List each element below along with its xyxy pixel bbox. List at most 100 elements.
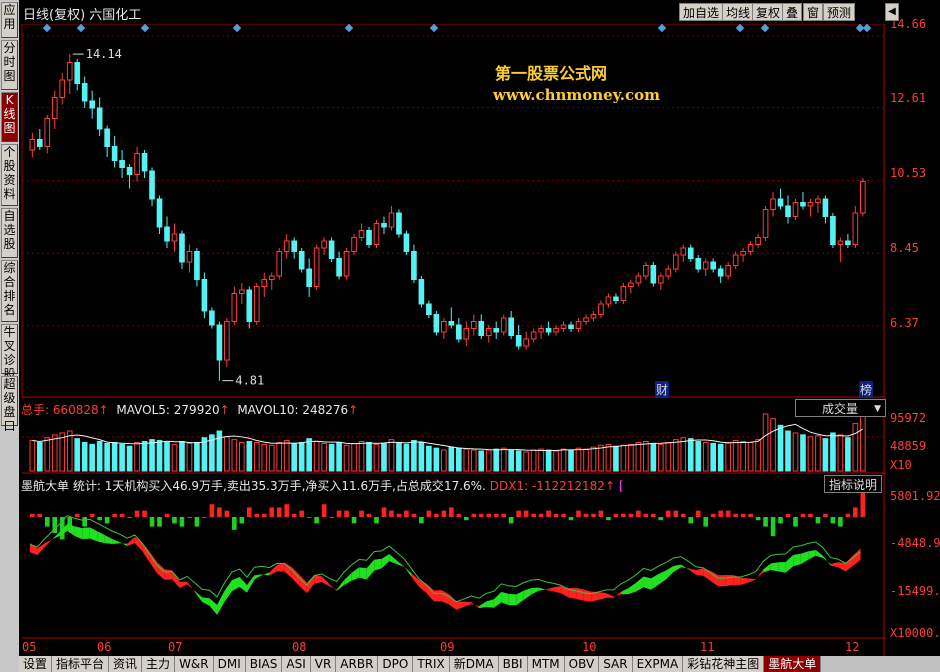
indicator-tab-6[interactable]: BIAS — [245, 656, 283, 672]
ddx-bar — [449, 507, 454, 517]
volume-bar — [620, 444, 627, 472]
price-axis-label: 12.61 — [890, 91, 927, 105]
indicator-tab-9[interactable]: ARBR — [336, 656, 379, 672]
volume-bar — [126, 445, 133, 472]
indicator-tab-18[interactable]: 彩钻花神主图 — [683, 656, 765, 672]
toolbar-button-4[interactable]: 窗 — [803, 3, 824, 21]
stock-chart[interactable]: 14.14 4.81 — [0, 0, 940, 672]
ddx-bar — [217, 507, 222, 517]
left-sidebar: 应用分时图 K线图个股资料自选股综合排名牛叉诊股超级盘口 — [0, 0, 19, 672]
ribbon-segment — [336, 579, 345, 591]
volume-bar — [545, 449, 552, 472]
sidebar-tab-4[interactable]: 自选股 — [1, 208, 18, 258]
sidebar-tab-0[interactable]: 应用 — [1, 2, 18, 38]
indicator-tab-14[interactable]: MTM — [527, 656, 565, 672]
volume-bar — [785, 430, 791, 472]
candle-body — [560, 324, 567, 329]
volume-bar — [515, 450, 522, 472]
candle-body — [785, 205, 791, 217]
ribbon-segment — [463, 601, 472, 607]
ddx-bar — [344, 510, 349, 517]
volume-bar — [530, 449, 537, 472]
ranking-list-marker[interactable]: 榜 — [859, 381, 874, 398]
volume-bar — [261, 443, 268, 472]
indicator-tab-15[interactable]: OBV — [564, 656, 600, 672]
indicator-tab-3[interactable]: 主力 — [142, 656, 176, 672]
financial-report-marker[interactable]: 财 — [655, 381, 670, 398]
candle-body — [590, 314, 597, 319]
candle-body — [665, 268, 672, 277]
sidebar-tab-1[interactable]: 分时图 — [1, 40, 18, 90]
indicator-tab-16[interactable]: SAR — [599, 656, 633, 672]
indicator-tab-2[interactable]: 资讯 — [109, 656, 143, 672]
indicator-tab-1[interactable]: 指标平台 — [52, 656, 110, 672]
volume-bar — [665, 441, 672, 472]
candle-body — [209, 310, 215, 326]
ddx-bar — [299, 510, 304, 517]
ddx-bar — [493, 513, 499, 517]
volume-bar — [36, 441, 43, 472]
candle-body — [508, 317, 514, 336]
indicator-tab-17[interactable]: EXPMA — [632, 656, 684, 672]
sidebar-tab-3[interactable]: 个股资料 — [1, 144, 18, 206]
sidebar-tab-7[interactable]: 超级盘口 — [1, 376, 18, 433]
volume-bar — [224, 436, 230, 472]
volume-bar — [201, 437, 208, 472]
candle-body — [111, 146, 118, 161]
sidebar-tab-2[interactable]: K线图 — [1, 92, 18, 142]
volume-bar — [725, 441, 731, 472]
toolbar-button-2[interactable]: 复权 — [752, 3, 785, 21]
ddx-bar — [404, 510, 409, 517]
indicator-tab-0[interactable]: 设置 — [19, 656, 53, 672]
volume-bar — [179, 441, 185, 472]
ddx-bar — [748, 513, 753, 517]
candle-body — [695, 258, 702, 270]
ribbon-segment — [845, 555, 854, 572]
volume-indicator-dropdown[interactable]: 成交量 ▼ — [795, 399, 886, 417]
volume-bar — [29, 440, 36, 472]
indicator-tab-12[interactable]: 新DMA — [449, 656, 499, 672]
volume-bar — [658, 443, 664, 472]
sidebar-tab-5[interactable]: 综合排名 — [1, 260, 18, 322]
volume-bar — [306, 438, 312, 472]
ddx-bar — [621, 513, 626, 517]
candle-body — [515, 335, 522, 347]
indicator-tab-4[interactable]: W&R — [175, 656, 214, 672]
indicator-tab-10[interactable]: DPO — [378, 656, 414, 672]
ddx-bar — [486, 513, 492, 517]
volume-bar — [81, 441, 88, 472]
ddx-bar — [89, 513, 95, 517]
volume-bar — [470, 449, 477, 472]
indicator-tab-7[interactable]: ASI — [282, 656, 311, 672]
candle-body — [485, 328, 492, 336]
ribbon-segment — [119, 542, 128, 547]
ribbon-segment — [456, 601, 464, 610]
toolbar-button-3[interactable]: 叠 — [782, 3, 803, 21]
volume-bar — [283, 440, 290, 472]
toolbar-button-0[interactable]: 加自选 — [679, 3, 724, 21]
candle-body — [553, 328, 559, 333]
toolbar-button-1[interactable]: 均线 — [722, 3, 755, 21]
indicator-tab-8[interactable]: VR — [310, 656, 337, 672]
ddx-bar — [419, 517, 424, 524]
sidebar-tab-6[interactable]: 牛叉诊股 — [1, 324, 18, 381]
indicator-tab-13[interactable]: BBI — [498, 656, 528, 672]
arrow-left-icon[interactable]: ◀ — [885, 3, 899, 21]
volume-bar — [89, 443, 95, 472]
volume-total: 总手: 660828 — [21, 403, 99, 417]
indicator-axis-label: 5801.92 — [890, 489, 940, 503]
indicator-tab-11[interactable]: TRIX — [413, 656, 450, 672]
ribbon-segment — [389, 554, 397, 565]
volume-bar — [523, 451, 529, 472]
candle-body — [246, 289, 253, 322]
volume-bar — [239, 441, 245, 472]
indicator-tab-19[interactable]: 墨航大单 — [764, 656, 822, 672]
indicator-tab-5[interactable]: DMI — [213, 656, 246, 672]
volume-bar — [411, 440, 417, 472]
toolbar-button-5[interactable]: 预测 — [823, 3, 856, 21]
ribbon-segment — [531, 587, 539, 595]
candle-body — [231, 293, 238, 322]
candle-body — [441, 321, 447, 333]
volume-bar — [463, 448, 470, 472]
indicator-help-button[interactable]: 指标说明 — [824, 475, 882, 493]
